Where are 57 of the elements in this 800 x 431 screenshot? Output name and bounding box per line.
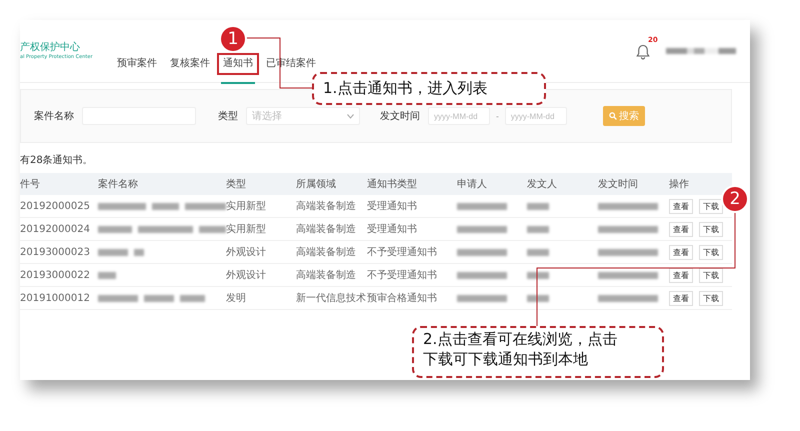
column-header: 案件名称 <box>98 178 139 191</box>
table-cell-text: 实用新型 <box>226 222 267 236</box>
table-cell-text: 外观设计 <box>226 246 267 259</box>
table-cell-text: 20192000024 <box>20 224 91 234</box>
table-cell-text: 受理通知书 <box>367 200 418 213</box>
table-cell-text: 不予受理通知书 <box>367 246 438 259</box>
table-cell-text: 不予受理通知书 <box>367 268 438 282</box>
table-cell-text: 受理通知书 <box>367 222 418 236</box>
date-to-field[interactable]: yyyy-MM-dd <box>504 107 567 125</box>
step-marker: 2 <box>723 187 747 211</box>
nav-tab[interactable]: 预审案件 <box>115 58 159 70</box>
nav-tab[interactable]: 通知书 <box>221 58 255 70</box>
action-button[interactable]: 下载 <box>699 244 723 260</box>
table-cell-text: 外观设计 <box>226 268 267 282</box>
callout-text: 1.点击通知书，进入列表 <box>312 72 546 105</box>
column-header: 件号 <box>20 178 41 191</box>
search-icon <box>608 112 617 120</box>
type-label: 类型 <box>218 110 238 123</box>
step-marker: 1 <box>221 27 245 51</box>
action-button[interactable]: 查看 <box>669 222 693 236</box>
table-cell-text: 发明 <box>226 292 247 305</box>
column-header: 通知书类型 <box>367 178 418 191</box>
table-cell-text: 实用新型 <box>226 200 267 213</box>
column-header: 类型 <box>226 178 247 191</box>
column-header: 所属领域 <box>296 178 337 191</box>
action-button[interactable]: 查看 <box>669 268 693 282</box>
action-button[interactable]: 查看 <box>669 290 693 306</box>
logo-title: 产权保护中心 <box>20 40 81 54</box>
date-separator: - <box>496 112 499 120</box>
table-cell-text: 高端装备制造 <box>296 200 357 213</box>
column-header: 发文时间 <box>598 178 639 191</box>
column-header: 申请人 <box>457 178 488 191</box>
table-cell-text: 20193000022 <box>20 270 91 280</box>
action-button[interactable]: 查看 <box>669 198 693 214</box>
table-cell-text: 20191000012 <box>20 292 91 304</box>
table-cell-text: 20193000023 <box>20 246 91 258</box>
column-header: 操作 <box>669 178 690 191</box>
nav-tab[interactable]: 复核案件 <box>168 58 212 70</box>
result-count: 有28条通知书。 <box>20 154 94 167</box>
case-name-label: 案件名称 <box>34 110 74 123</box>
action-button[interactable]: 下载 <box>699 222 723 236</box>
table-cell-text: 高端装备制造 <box>296 246 357 259</box>
table-cell-text: 20192000025 <box>20 200 91 212</box>
table-cell-text: 新一代信息技术 <box>296 292 367 305</box>
table-cell-text: 高端装备制造 <box>296 222 357 236</box>
date-label: 发文时间 <box>380 110 420 123</box>
action-button[interactable]: 下载 <box>699 268 723 282</box>
action-button[interactable]: 下载 <box>699 290 723 306</box>
caret-icon <box>347 114 354 118</box>
table-cell-text: 预审合格通知书 <box>367 292 438 305</box>
callout-text: 2.点击查看可在线浏览，点击下载可下载通知书到本地 <box>412 326 664 378</box>
column-header: 发文人 <box>527 178 558 191</box>
action-button[interactable]: 下载 <box>699 198 723 214</box>
table-cell-text: 高端装备制造 <box>296 268 357 282</box>
action-button[interactable]: 查看 <box>669 244 693 260</box>
date-from-field[interactable]: yyyy-MM-dd <box>428 107 490 125</box>
bell-icon[interactable] <box>636 44 650 60</box>
